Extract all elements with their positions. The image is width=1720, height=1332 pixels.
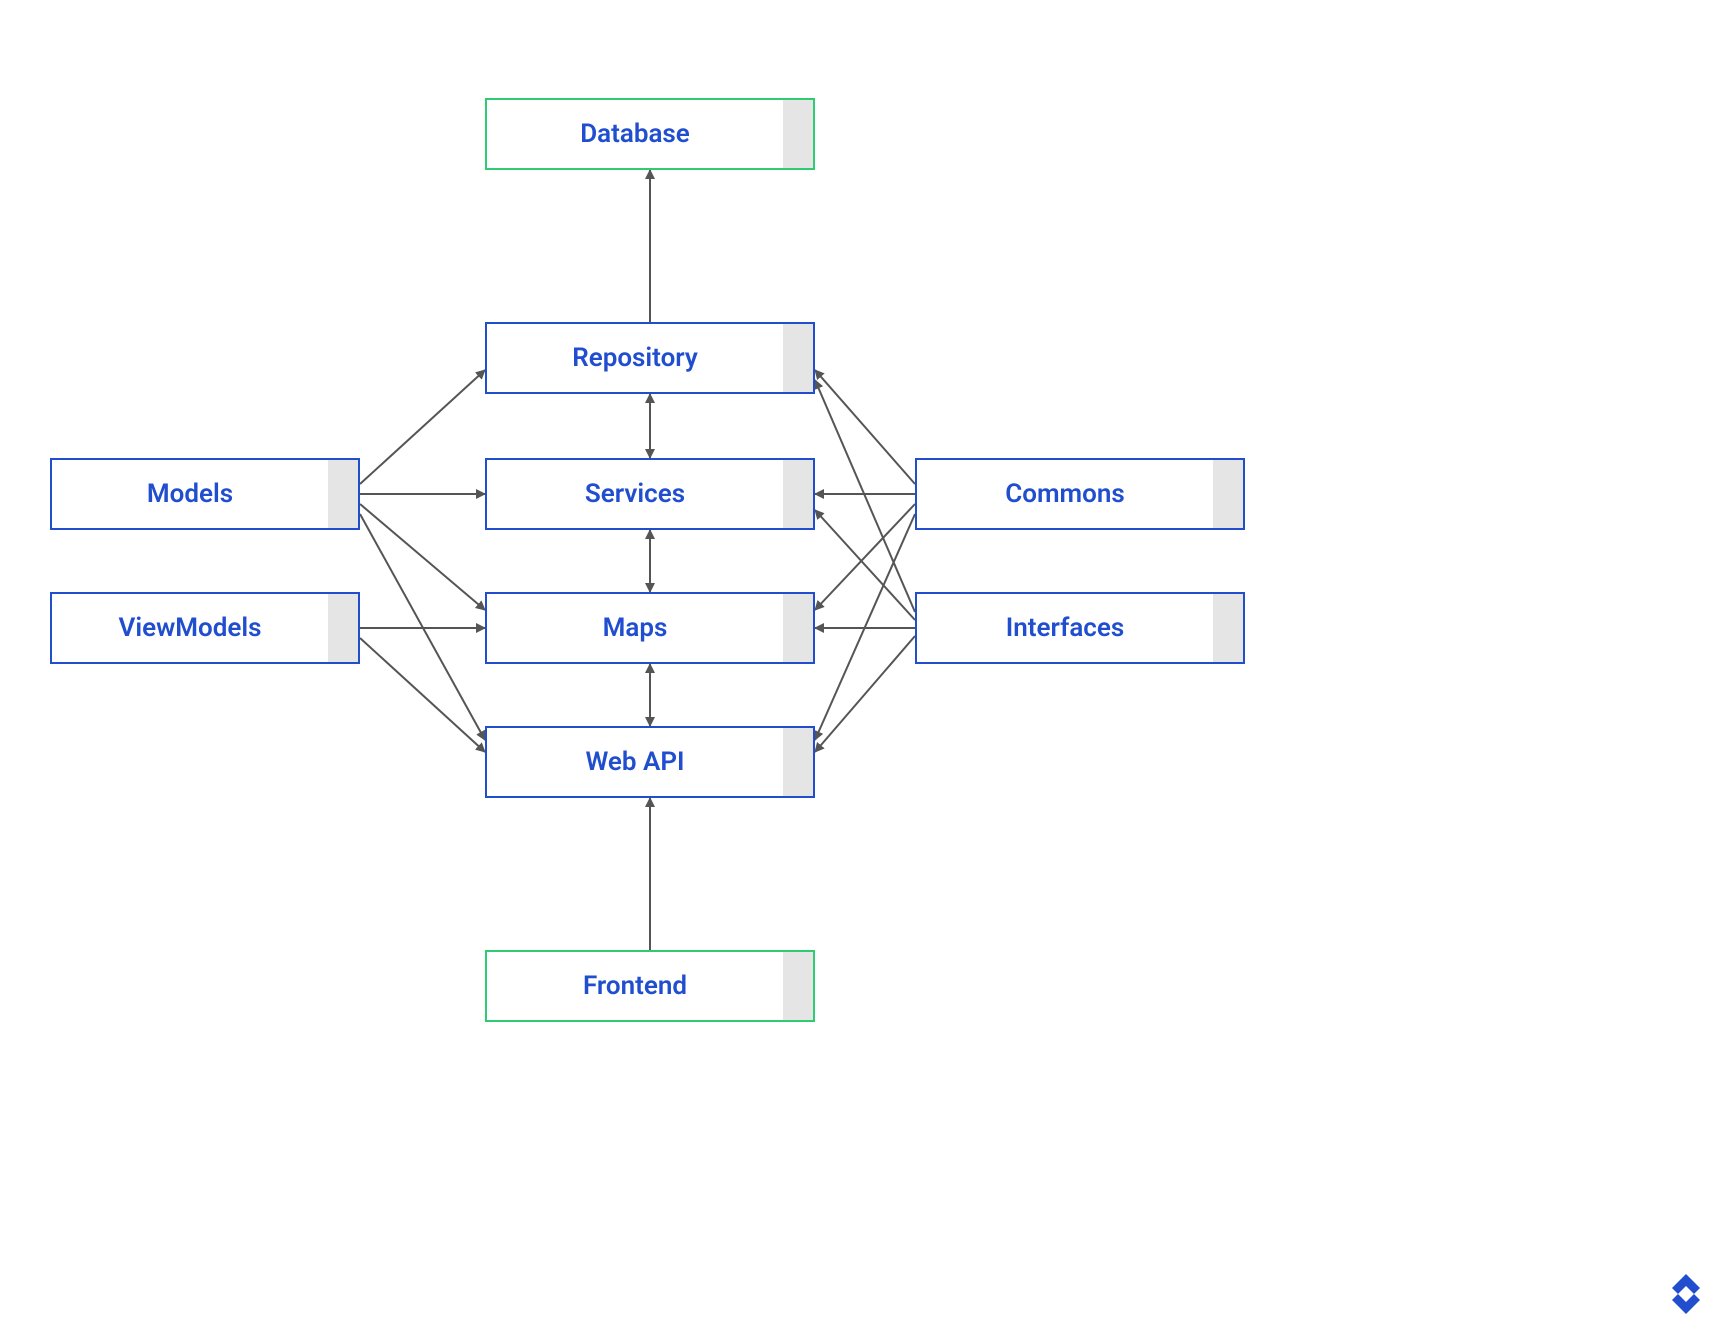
arrow-commons-to-maps <box>815 504 915 610</box>
arrow-interfaces-to-repository <box>815 380 915 612</box>
node-models: Models <box>50 458 360 530</box>
node-services-label: Services <box>585 479 685 509</box>
arrow-commons-to-repository <box>815 370 915 484</box>
arrow-models-to-webapi <box>360 514 485 740</box>
node-maps: Maps <box>485 592 815 664</box>
node-side-tab <box>1213 594 1243 662</box>
arrow-interfaces-to-services <box>815 510 915 620</box>
node-models-label: Models <box>147 479 233 509</box>
arrow-models-to-maps <box>360 504 485 610</box>
node-commons-label: Commons <box>1005 479 1125 509</box>
node-side-tab <box>783 594 813 662</box>
node-side-tab <box>328 594 358 662</box>
node-frontend: Frontend <box>485 950 815 1022</box>
toptal-logo-icon <box>1672 1274 1700 1314</box>
node-repository: Repository <box>485 322 815 394</box>
node-side-tab <box>328 460 358 528</box>
node-webapi-label: Web API <box>585 747 684 777</box>
node-services: Services <box>485 458 815 530</box>
node-maps-label: Maps <box>603 613 668 643</box>
arrow-models-to-repository <box>360 370 485 484</box>
node-side-tab <box>783 460 813 528</box>
node-side-tab <box>1213 460 1243 528</box>
arrows-layer <box>0 0 1720 1332</box>
node-repository-label: Repository <box>572 343 698 373</box>
node-side-tab <box>783 324 813 392</box>
node-side-tab <box>783 952 813 1020</box>
arrow-viewmodels-to-webapi <box>360 638 485 752</box>
arrow-interfaces-to-webapi <box>815 636 915 752</box>
architecture-diagram: Database Repository Services Maps Web AP… <box>0 0 1720 1332</box>
node-frontend-label: Frontend <box>583 971 687 1001</box>
node-commons: Commons <box>915 458 1245 530</box>
node-interfaces: Interfaces <box>915 592 1245 664</box>
node-database: Database <box>485 98 815 170</box>
node-database-label: Database <box>580 119 690 149</box>
node-webapi: Web API <box>485 726 815 798</box>
node-side-tab <box>783 728 813 796</box>
node-viewmodels-label: ViewModels <box>118 613 261 643</box>
arrow-commons-to-webapi <box>815 514 915 740</box>
node-viewmodels: ViewModels <box>50 592 360 664</box>
node-side-tab <box>783 100 813 168</box>
node-interfaces-label: Interfaces <box>1006 613 1124 643</box>
